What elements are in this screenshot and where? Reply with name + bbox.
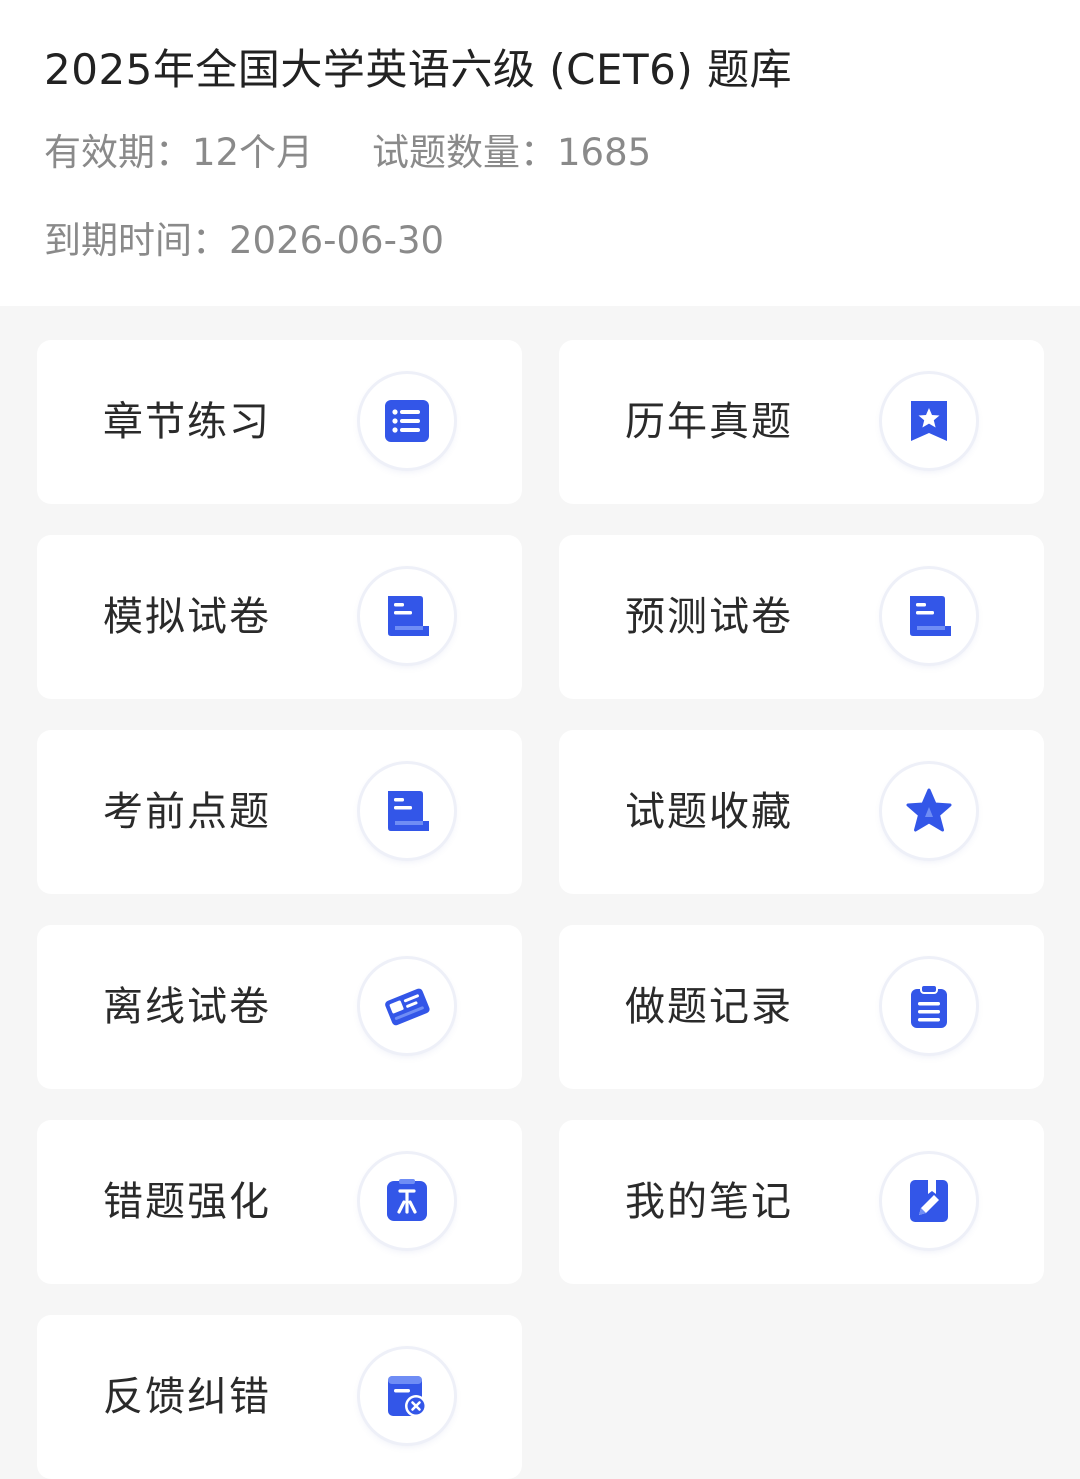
menu-item-label: 历年真题 [625,399,793,445]
menu-item-label: 反馈纠错 [103,1374,271,1420]
menu-item-my-notes[interactable]: 我的笔记 [559,1120,1044,1284]
validity-info: 有效期：12个月 [44,128,313,178]
validity-value: 12个月 [192,131,314,174]
menu-item-practice-history[interactable]: 做题记录 [559,925,1044,1089]
expiry-value: 2026-06-30 [229,219,445,262]
question-count-value: 1685 [557,131,652,174]
menu-item-wrong-question-review[interactable]: 错题强化 [37,1120,522,1284]
menu-item-offline-exam[interactable]: 离线试卷 [37,925,522,1089]
menu-item-label: 预测试卷 [625,594,793,640]
menu-item-pre-exam-tips[interactable]: 考前点题 [37,730,522,894]
menu-item-past-exams[interactable]: 历年真题 [559,340,1044,504]
menu-item-label: 离线试卷 [103,984,271,1030]
menu-item-label: 试题收藏 [625,789,793,835]
menu-item-label: 错题强化 [103,1179,271,1225]
bookmark-star-icon [882,374,976,468]
menu-item-label: 模拟试卷 [103,594,271,640]
menu-grid: 章节练习 历年真题 模拟试卷 预测试卷 考前点题 试题收藏 离线试卷 做题记录 … [0,306,1080,1479]
document-icon [882,569,976,663]
question-count-info: 试题数量：1685 [372,128,651,178]
download-paper-icon [360,959,454,1053]
menu-item-mock-exam[interactable]: 模拟试卷 [37,535,522,699]
pin-icon [360,1154,454,1248]
star-icon [882,764,976,858]
document-icon [360,764,454,858]
question-count-label: 试题数量： [372,131,557,174]
menu-item-label: 考前点题 [103,789,271,835]
expiry-label: 到期时间： [44,219,229,262]
note-pen-icon [882,1154,976,1248]
menu-item-label: 我的笔记 [625,1179,793,1225]
menu-item-favorites[interactable]: 试题收藏 [559,730,1044,894]
feedback-error-icon [360,1349,454,1443]
expiry-info: 到期时间：2026-06-30 [44,216,444,266]
menu-item-label: 做题记录 [625,984,793,1030]
document-icon [360,569,454,663]
validity-label: 有效期： [44,131,192,174]
header: 2025年全国大学英语六级 (CET6) 题库 有效期：12个月 试题数量：16… [0,0,1080,306]
menu-item-label: 章节练习 [103,399,271,445]
list-icon [360,374,454,468]
page-title: 2025年全国大学英语六级 (CET6) 题库 [44,45,793,94]
clipboard-icon [882,959,976,1053]
menu-item-feedback[interactable]: 反馈纠错 [37,1315,522,1479]
menu-item-chapter-practice[interactable]: 章节练习 [37,340,522,504]
menu-item-predicted-exam[interactable]: 预测试卷 [559,535,1044,699]
